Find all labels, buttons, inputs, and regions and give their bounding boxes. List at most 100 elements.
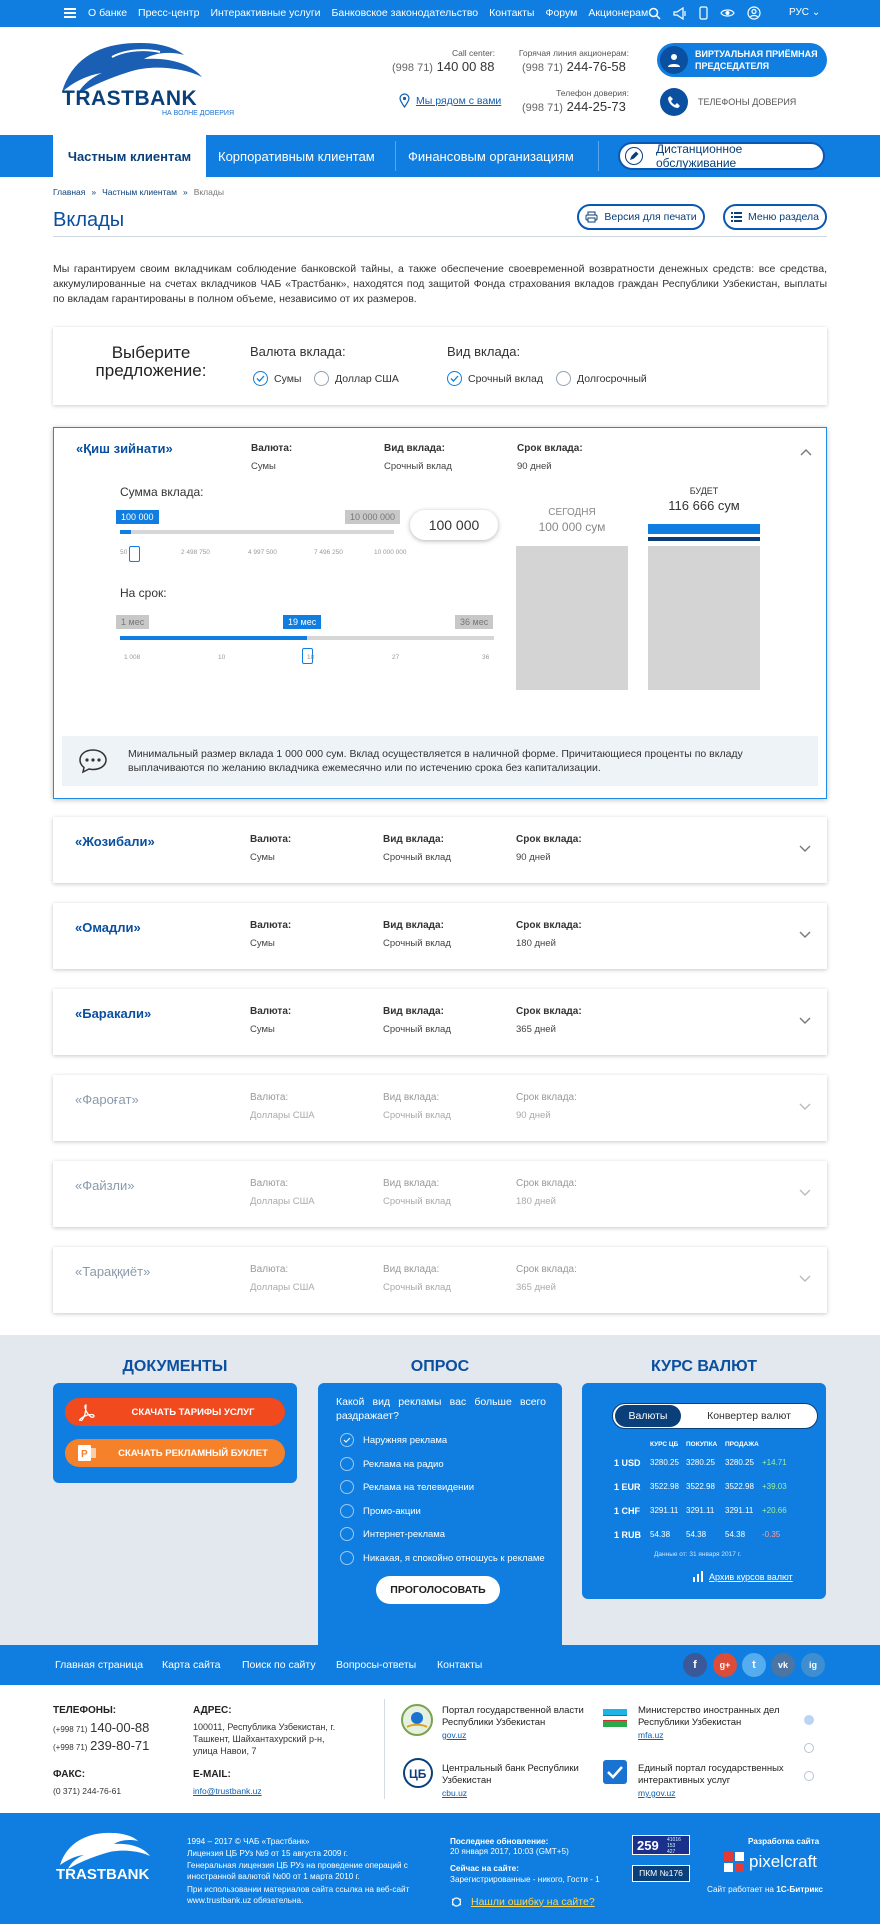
poll-option[interactable]: Промо-акции <box>340 1504 421 1518</box>
deposit-name[interactable]: «Файзли» <box>75 1178 135 1193</box>
tab-financial-organizations[interactable]: Финансовым организациям <box>408 135 574 177</box>
deposit-card[interactable]: «Жозибали» Валюта: Сумы Вид вклада: Срочны… <box>53 817 827 883</box>
print-version-button[interactable]: Версия для печати <box>577 204 705 230</box>
tab-currencies[interactable]: Валюты <box>615 1405 681 1427</box>
top-nav-contacts[interactable]: Контакты <box>489 7 534 19</box>
currency-filter-label: Валюта вклада: <box>250 344 346 359</box>
vk-icon[interactable]: vk <box>771 1653 795 1677</box>
chevron-up-icon[interactable] <box>800 448 812 456</box>
chevron-down-icon[interactable] <box>799 1275 811 1283</box>
amount-input[interactable]: 100 000 <box>410 510 498 540</box>
language-label: РУС <box>789 7 810 18</box>
sum-slider-handle[interactable] <box>129 546 140 562</box>
carousel-dot[interactable] <box>804 1743 814 1753</box>
top-nav-about[interactable]: О банке <box>88 7 127 19</box>
poll-option[interactable]: Реклама на телевидении <box>340 1480 474 1494</box>
tab-corporate-clients[interactable]: Корпоративным клиентам <box>218 135 375 177</box>
remote-service-button[interactable]: Дистанционное обслуживание <box>618 142 825 170</box>
type-option-longterm[interactable]: Долгосрочный <box>556 371 647 386</box>
poll-option[interactable]: Наружняя реклама <box>340 1433 447 1447</box>
report-error-link[interactable]: Нашли ошибку на сайте? <box>450 1895 595 1908</box>
deposit-card-disabled[interactable]: «Фароғат» Валюта: Доллары США Вид вклада:… <box>53 1075 827 1141</box>
top-nav-law[interactable]: Банковское законодательство <box>332 7 479 19</box>
download-booklet-button[interactable]: P СКАЧАТЬ РЕКЛАМНЫЙ БУКЛЕТ <box>65 1439 285 1467</box>
top-nav-press[interactable]: Пресс-центр <box>138 7 199 19</box>
hotline-number[interactable]: (998 71) 244-76-58 <box>522 59 626 74</box>
top-nav-shareholders[interactable]: Акционерам <box>588 7 648 19</box>
deposit-name[interactable]: «Қиш зийнати» <box>76 441 173 456</box>
footer-link-search[interactable]: Поиск по сайту <box>242 1659 316 1671</box>
partner-link-mfa[interactable]: Министерство иностранных дел Республики … <box>638 1705 788 1742</box>
language-select[interactable]: РУС ⌄ <box>789 7 820 18</box>
footer-phone[interactable]: (+998 71) 239-80-71 <box>53 1739 149 1754</box>
instagram-icon[interactable]: ig <box>801 1653 825 1677</box>
footer-logo-icon[interactable]: TRASTBANK <box>52 1829 170 1881</box>
poll-option[interactable]: Интернет-реклама <box>340 1527 445 1541</box>
vote-button[interactable]: ПРОГОЛОСОВАТЬ <box>376 1576 500 1604</box>
email-link[interactable]: info@trustbank.uz <box>193 1785 262 1798</box>
sum-slider-track[interactable] <box>120 530 394 534</box>
facebook-icon[interactable]: f <box>683 1653 707 1677</box>
breadcrumb-home[interactable]: Главная <box>53 187 85 197</box>
currency-option-sum[interactable]: Сумы <box>253 371 301 386</box>
poll-option[interactable]: Никакая, я спокойно отношусь к рекламе <box>340 1551 545 1565</box>
chevron-down-icon[interactable] <box>799 1189 811 1197</box>
carousel-dot[interactable] <box>804 1771 814 1781</box>
virtual-reception-button[interactable]: ВИРТУАЛЬНАЯ ПРИЁМНАЯ ПРЕДСЕДАТЕЛЯ <box>657 43 827 77</box>
menu-icon[interactable] <box>64 8 76 18</box>
tab-converter[interactable]: Конвертер валют <box>681 1410 817 1422</box>
filter-title: Выберите предложение: <box>81 344 221 380</box>
breadcrumb-private[interactable]: Частным клиентам <box>102 187 177 197</box>
carousel-dot-active[interactable] <box>804 1715 814 1725</box>
deposit-name[interactable]: «Жозибали» <box>75 834 155 849</box>
deposit-name[interactable]: «Тараққиёт» <box>75 1264 150 1279</box>
chevron-down-icon[interactable] <box>799 1017 811 1025</box>
tab-private-clients[interactable]: Частным клиентам <box>53 135 206 177</box>
deposit-card[interactable]: «Баракали» Валюта: Сумы Вид вклада: Срочны… <box>53 989 827 1055</box>
search-icon[interactable] <box>648 7 661 20</box>
eye-icon[interactable] <box>720 8 735 18</box>
logo[interactable]: TRASTBANK НА ВОЛНЕ ДОВЕРИЯ <box>52 37 237 122</box>
section-menu-button[interactable]: Меню раздела <box>723 204 827 230</box>
nearby-link[interactable]: Мы рядом с вами <box>399 93 501 108</box>
twitter-icon[interactable]: t <box>742 1653 766 1677</box>
partner-name: Единый портал государственных интерактив… <box>638 1763 784 1786</box>
deposit-card-disabled[interactable]: «Тараққиёт» Валюта: Доллары США Вид вклад… <box>53 1247 827 1313</box>
google-plus-icon[interactable]: g+ <box>713 1653 737 1677</box>
trust-phones-button[interactable]: ТЕЛЕФОНЫ ДОВЕРИЯ <box>657 85 827 119</box>
user-icon[interactable] <box>747 6 761 20</box>
type-option-term[interactable]: Срочный вклад <box>447 371 543 386</box>
developer-logo[interactable]: pixelcraft <box>723 1851 817 1873</box>
partner-link-mygov[interactable]: Единый портал государственных интерактив… <box>638 1763 788 1800</box>
deposit-name[interactable]: «Баракали» <box>75 1006 151 1021</box>
partner-link-gov[interactable]: Портал государственной власти Республики… <box>442 1705 592 1742</box>
deposit-card-disabled[interactable]: «Файзли» Валюта: Доллары США Вид вклада: С… <box>53 1161 827 1227</box>
currency-option-usd[interactable]: Доллар США <box>314 371 399 386</box>
trust-phone-number[interactable]: (998 71) 244-25-73 <box>522 99 626 114</box>
call-center-number[interactable]: (998 71) 140 00 88 <box>392 59 494 74</box>
footer-link-faq[interactable]: Вопросы-ответы <box>336 1659 416 1671</box>
deposit-name[interactable]: «Омадли» <box>75 920 141 935</box>
footer-phone[interactable]: (+998 71) 140-00-88 <box>53 1721 149 1736</box>
deposit-type-value: Срочный вклад <box>383 852 451 863</box>
footer-link-sitemap[interactable]: Карта сайта <box>162 1659 221 1671</box>
chevron-down-icon[interactable] <box>799 845 811 853</box>
megaphone-icon[interactable] <box>673 6 687 20</box>
rates-archive-link[interactable]: Архив курсов валют <box>692 1571 793 1582</box>
top-nav-forum[interactable]: Форум <box>545 7 577 19</box>
partner-url[interactable]: gov.uz <box>442 1730 466 1740</box>
chevron-down-icon[interactable] <box>799 1103 811 1111</box>
poll-option[interactable]: Реклама на радио <box>340 1457 444 1471</box>
partner-url[interactable]: my.gov.uz <box>638 1788 675 1798</box>
deposit-name[interactable]: «Фароғат» <box>75 1092 139 1107</box>
chevron-down-icon[interactable] <box>799 931 811 939</box>
partner-url[interactable]: cbu.uz <box>442 1788 467 1798</box>
mobile-icon[interactable] <box>699 6 708 20</box>
partner-link-cbu[interactable]: Центральный банк Республики Узбекистан cb… <box>442 1763 592 1800</box>
deposit-card[interactable]: «Омадли» Валюта: Сумы Вид вклада: Срочный … <box>53 903 827 969</box>
footer-link-contacts[interactable]: Контакты <box>437 1659 482 1671</box>
partner-url[interactable]: mfa.uz <box>638 1730 664 1740</box>
download-tariffs-button[interactable]: СКАЧАТЬ ТАРИФЫ УСЛУГ <box>65 1398 285 1426</box>
footer-link-home[interactable]: Главная страница <box>55 1659 143 1671</box>
top-nav-services[interactable]: Интерактивные услуги <box>210 7 320 19</box>
